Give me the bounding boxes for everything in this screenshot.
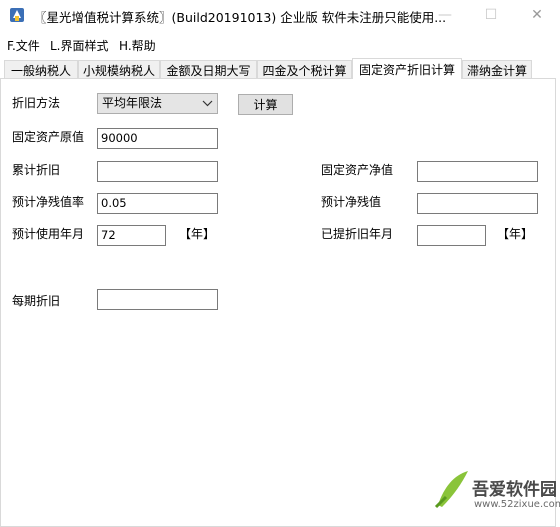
tab-strip: 一般纳税人 小规模纳税人 金额及日期大写 四金及个税计算 固定资产折旧计算 滞纳… xyxy=(0,58,560,79)
use-period-field[interactable]: 72 xyxy=(97,225,166,246)
tab-funds-income-tax[interactable]: 四金及个税计算 xyxy=(257,60,352,79)
watermark-site-name: 吾爱软件园 xyxy=(472,480,557,500)
net-value-field[interactable] xyxy=(417,161,538,182)
depreciated-period-unit: 【年】 xyxy=(497,227,534,241)
original-value-label: 固定资产原值 xyxy=(12,130,85,144)
close-icon: ✕ xyxy=(531,7,543,23)
minimize-icon: — xyxy=(438,7,452,23)
residual-rate-label: 预计净残值率 xyxy=(12,195,85,209)
chevron-down-icon xyxy=(202,100,213,107)
maximize-button[interactable]: ☐ xyxy=(468,0,514,30)
maximize-icon: ☐ xyxy=(484,7,498,23)
period-depreciation-field[interactable] xyxy=(97,289,218,310)
menu-view-style[interactable]: L.界面样式 xyxy=(50,37,109,54)
tab-late-fee[interactable]: 滞纳金计算 xyxy=(462,60,532,79)
accumulated-depreciation-label: 累计折旧 xyxy=(12,163,61,177)
use-period-unit: 【年】 xyxy=(179,227,216,241)
depreciated-period-field[interactable] xyxy=(417,225,486,246)
method-select[interactable]: 平均年限法 xyxy=(97,93,218,114)
title-bar: 〖星光增值税计算系统〗(Build20191013) 企业版 软件未注册只能使用… xyxy=(0,0,560,30)
accumulated-depreciation-field[interactable] xyxy=(97,161,218,182)
watermark-logo-icon xyxy=(434,471,468,509)
menu-file[interactable]: F.文件 xyxy=(7,37,40,54)
tab-small-taxpayer[interactable]: 小规模纳税人 xyxy=(78,60,160,79)
net-value-label: 固定资产净值 xyxy=(321,163,394,177)
menu-bar: F.文件 L.界面样式 H.帮助 xyxy=(0,34,560,54)
use-period-label: 预计使用年月 xyxy=(12,227,85,241)
residual-value-label: 预计净残值 xyxy=(321,195,382,209)
period-depreciation-label: 每期折旧 xyxy=(12,294,61,308)
watermark-url: www.52zixue.com xyxy=(474,499,560,510)
app-icon xyxy=(10,8,24,22)
minimize-button[interactable]: — xyxy=(422,0,468,30)
original-value-field[interactable]: 90000 xyxy=(97,128,218,149)
tab-amount-date-uppercase[interactable]: 金额及日期大写 xyxy=(160,60,257,79)
calculate-button[interactable]: 计算 xyxy=(238,94,293,115)
residual-rate-field[interactable]: 0.05 xyxy=(97,193,218,214)
window-title: 〖星光增值税计算系统〗(Build20191013) 企业版 软件未注册只能使用… xyxy=(34,10,447,25)
method-select-value: 平均年限法 xyxy=(102,96,163,110)
menu-help[interactable]: H.帮助 xyxy=(119,37,156,54)
method-label: 折旧方法 xyxy=(12,96,61,110)
tab-fixed-asset-depreciation[interactable]: 固定资产折旧计算 xyxy=(352,58,462,79)
tab-general-taxpayer[interactable]: 一般纳税人 xyxy=(4,60,78,79)
site-watermark: 吾爱软件园 www.52zixue.com xyxy=(430,457,560,527)
depreciated-period-label: 已提折旧年月 xyxy=(321,227,394,241)
close-button[interactable]: ✕ xyxy=(514,0,560,30)
residual-value-field[interactable] xyxy=(417,193,538,214)
